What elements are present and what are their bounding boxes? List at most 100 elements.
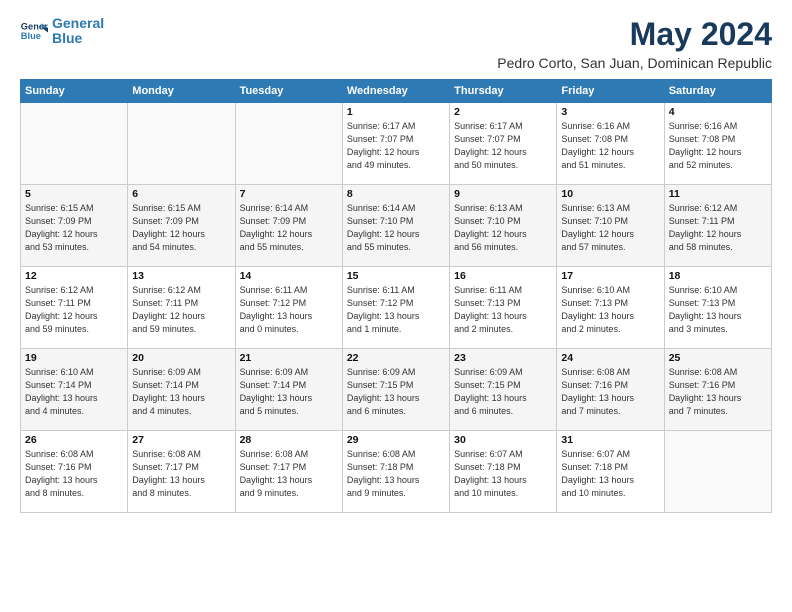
day-number: 25 — [669, 352, 767, 364]
title-block: May 2024 Pedro Corto, San Juan, Dominica… — [497, 16, 772, 71]
calendar-cell: 13Sunrise: 6:12 AMSunset: 7:11 PMDayligh… — [128, 267, 235, 349]
day-number: 26 — [25, 434, 123, 446]
day-info: Sunrise: 6:10 AMSunset: 7:13 PMDaylight:… — [561, 284, 659, 336]
day-number: 22 — [347, 352, 445, 364]
calendar-cell: 23 Sunrise: 6:09 AMSunset: 7:15 PMDayligh… — [450, 349, 557, 431]
day-number: 3 — [561, 106, 659, 118]
header-wednesday: Wednesday — [342, 80, 449, 103]
day-number: 9 — [454, 188, 552, 200]
calendar-cell: 27Sunrise: 6:08 AMSunset: 7:17 PMDayligh… — [128, 431, 235, 513]
day-info: Sunrise: 6:08 AMSunset: 7:16 PMDaylight:… — [669, 366, 767, 418]
day-info: Sunrise: 6:08 AMSunset: 7:18 PMDaylight:… — [347, 448, 445, 500]
day-info: Sunrise: 6:07 AMSunset: 7:18 PMDaylight:… — [561, 448, 659, 500]
calendar-cell: 19 Sunrise: 6:10 AMSunset: 7:14 PMDayligh… — [21, 349, 128, 431]
header-thursday: Thursday — [450, 80, 557, 103]
day-info: Sunrise: 6:11 AMSunset: 7:12 PMDaylight:… — [347, 284, 445, 336]
calendar-cell: 12 Sunrise: 6:12 AMSunset: 7:11 PMDayligh… — [21, 267, 128, 349]
calendar-cell: 1Sunrise: 6:17 AMSunset: 7:07 PMDaylight… — [342, 103, 449, 185]
day-info: Sunrise: 6:08 AMSunset: 7:16 PMDaylight:… — [25, 448, 123, 500]
day-number: 10 — [561, 188, 659, 200]
day-number: 11 — [669, 188, 767, 200]
day-number: 16 — [454, 270, 552, 282]
header-sunday: Sunday — [21, 80, 128, 103]
day-info: Sunrise: 6:14 AMSunset: 7:09 PMDaylight:… — [240, 202, 338, 254]
day-info: Sunrise: 6:13 AMSunset: 7:10 PMDaylight:… — [561, 202, 659, 254]
day-info: Sunrise: 6:08 AMSunset: 7:17 PMDaylight:… — [240, 448, 338, 500]
day-info: Sunrise: 6:17 AMSunset: 7:07 PMDaylight:… — [347, 120, 445, 172]
calendar-cell: 10 Sunrise: 6:13 AMSunset: 7:10 PMDayligh… — [557, 185, 664, 267]
calendar-subtitle: Pedro Corto, San Juan, Dominican Republi… — [497, 55, 772, 71]
calendar-cell: 24 Sunrise: 6:08 AMSunset: 7:16 PMDayligh… — [557, 349, 664, 431]
day-info: Sunrise: 6:15 AMSunset: 7:09 PMDaylight:… — [132, 202, 230, 254]
calendar-cell: 9 Sunrise: 6:13 AMSunset: 7:10 PMDaylight… — [450, 185, 557, 267]
day-number: 31 — [561, 434, 659, 446]
page: General Blue General Blue May 2024 Pedro… — [0, 0, 792, 612]
calendar-title: May 2024 — [497, 16, 772, 53]
day-info: Sunrise: 6:15 AMSunset: 7:09 PMDaylight:… — [25, 202, 123, 254]
header-saturday: Saturday — [664, 80, 771, 103]
day-info: Sunrise: 6:07 AMSunset: 7:18 PMDaylight:… — [454, 448, 552, 500]
week-row-4: 26 Sunrise: 6:08 AMSunset: 7:16 PMDayligh… — [21, 431, 772, 513]
day-info: Sunrise: 6:14 AMSunset: 7:10 PMDaylight:… — [347, 202, 445, 254]
calendar-cell: 17 Sunrise: 6:10 AMSunset: 7:13 PMDayligh… — [557, 267, 664, 349]
calendar-cell: 2Sunrise: 6:17 AMSunset: 7:07 PMDaylight… — [450, 103, 557, 185]
day-info: Sunrise: 6:10 AMSunset: 7:14 PMDaylight:… — [25, 366, 123, 418]
day-info: Sunrise: 6:09 AMSunset: 7:15 PMDaylight:… — [347, 366, 445, 418]
calendar-cell: 20 Sunrise: 6:09 AMSunset: 7:14 PMDayligh… — [128, 349, 235, 431]
calendar-cell — [128, 103, 235, 185]
day-number: 20 — [132, 352, 230, 364]
calendar-table: SundayMondayTuesdayWednesdayThursdayFrid… — [20, 79, 772, 513]
day-info: Sunrise: 6:09 AMSunset: 7:14 PMDaylight:… — [240, 366, 338, 418]
day-info: Sunrise: 6:17 AMSunset: 7:07 PMDaylight:… — [454, 120, 552, 172]
day-number: 21 — [240, 352, 338, 364]
day-number: 12 — [25, 270, 123, 282]
day-number: 24 — [561, 352, 659, 364]
day-info: Sunrise: 6:16 AMSunset: 7:08 PMDaylight:… — [669, 120, 767, 172]
day-info: Sunrise: 6:09 AMSunset: 7:15 PMDaylight:… — [454, 366, 552, 418]
day-number: 19 — [25, 352, 123, 364]
logo-icon: General Blue — [20, 17, 48, 45]
calendar-cell: 11 Sunrise: 6:12 AMSunset: 7:11 PMDayligh… — [664, 185, 771, 267]
day-number: 14 — [240, 270, 338, 282]
svg-text:Blue: Blue — [21, 31, 41, 41]
calendar-cell — [664, 431, 771, 513]
calendar-cell — [235, 103, 342, 185]
day-number: 15 — [347, 270, 445, 282]
day-info: Sunrise: 6:09 AMSunset: 7:14 PMDaylight:… — [132, 366, 230, 418]
day-info: Sunrise: 6:16 AMSunset: 7:08 PMDaylight:… — [561, 120, 659, 172]
logo-line1: General — [52, 15, 104, 31]
day-info: Sunrise: 6:13 AMSunset: 7:10 PMDaylight:… — [454, 202, 552, 254]
header: General Blue General Blue May 2024 Pedro… — [20, 16, 772, 71]
calendar-cell: 22 Sunrise: 6:09 AMSunset: 7:15 PMDayligh… — [342, 349, 449, 431]
day-info: Sunrise: 6:11 AMSunset: 7:13 PMDaylight:… — [454, 284, 552, 336]
day-info: Sunrise: 6:08 AMSunset: 7:16 PMDaylight:… — [561, 366, 659, 418]
calendar-cell — [21, 103, 128, 185]
calendar-cell: 8 Sunrise: 6:14 AMSunset: 7:10 PMDaylight… — [342, 185, 449, 267]
calendar-cell: 7Sunrise: 6:14 AMSunset: 7:09 PMDaylight… — [235, 185, 342, 267]
day-number: 8 — [347, 188, 445, 200]
header-friday: Friday — [557, 80, 664, 103]
day-number: 4 — [669, 106, 767, 118]
calendar-header-row: SundayMondayTuesdayWednesdayThursdayFrid… — [21, 80, 772, 103]
day-number: 18 — [669, 270, 767, 282]
day-number: 28 — [240, 434, 338, 446]
day-info: Sunrise: 6:12 AMSunset: 7:11 PMDaylight:… — [25, 284, 123, 336]
calendar-cell: 28 Sunrise: 6:08 AMSunset: 7:17 PMDayligh… — [235, 431, 342, 513]
calendar-cell: 14Sunrise: 6:11 AMSunset: 7:12 PMDayligh… — [235, 267, 342, 349]
calendar-cell: 30 Sunrise: 6:07 AMSunset: 7:18 PMDayligh… — [450, 431, 557, 513]
calendar-cell: 26 Sunrise: 6:08 AMSunset: 7:16 PMDayligh… — [21, 431, 128, 513]
day-info: Sunrise: 6:08 AMSunset: 7:17 PMDaylight:… — [132, 448, 230, 500]
calendar-cell: 4 Sunrise: 6:16 AMSunset: 7:08 PMDaylight… — [664, 103, 771, 185]
calendar-cell: 16 Sunrise: 6:11 AMSunset: 7:13 PMDayligh… — [450, 267, 557, 349]
day-number: 17 — [561, 270, 659, 282]
calendar-cell: 31 Sunrise: 6:07 AMSunset: 7:18 PMDayligh… — [557, 431, 664, 513]
week-row-3: 19 Sunrise: 6:10 AMSunset: 7:14 PMDayligh… — [21, 349, 772, 431]
day-number: 30 — [454, 434, 552, 446]
day-number: 23 — [454, 352, 552, 364]
day-info: Sunrise: 6:12 AMSunset: 7:11 PMDaylight:… — [669, 202, 767, 254]
week-row-2: 12 Sunrise: 6:12 AMSunset: 7:11 PMDayligh… — [21, 267, 772, 349]
logo-line2: Blue — [52, 30, 82, 46]
calendar-cell: 18Sunrise: 6:10 AMSunset: 7:13 PMDayligh… — [664, 267, 771, 349]
day-number: 6 — [132, 188, 230, 200]
calendar-cell: 21 Sunrise: 6:09 AMSunset: 7:14 PMDayligh… — [235, 349, 342, 431]
